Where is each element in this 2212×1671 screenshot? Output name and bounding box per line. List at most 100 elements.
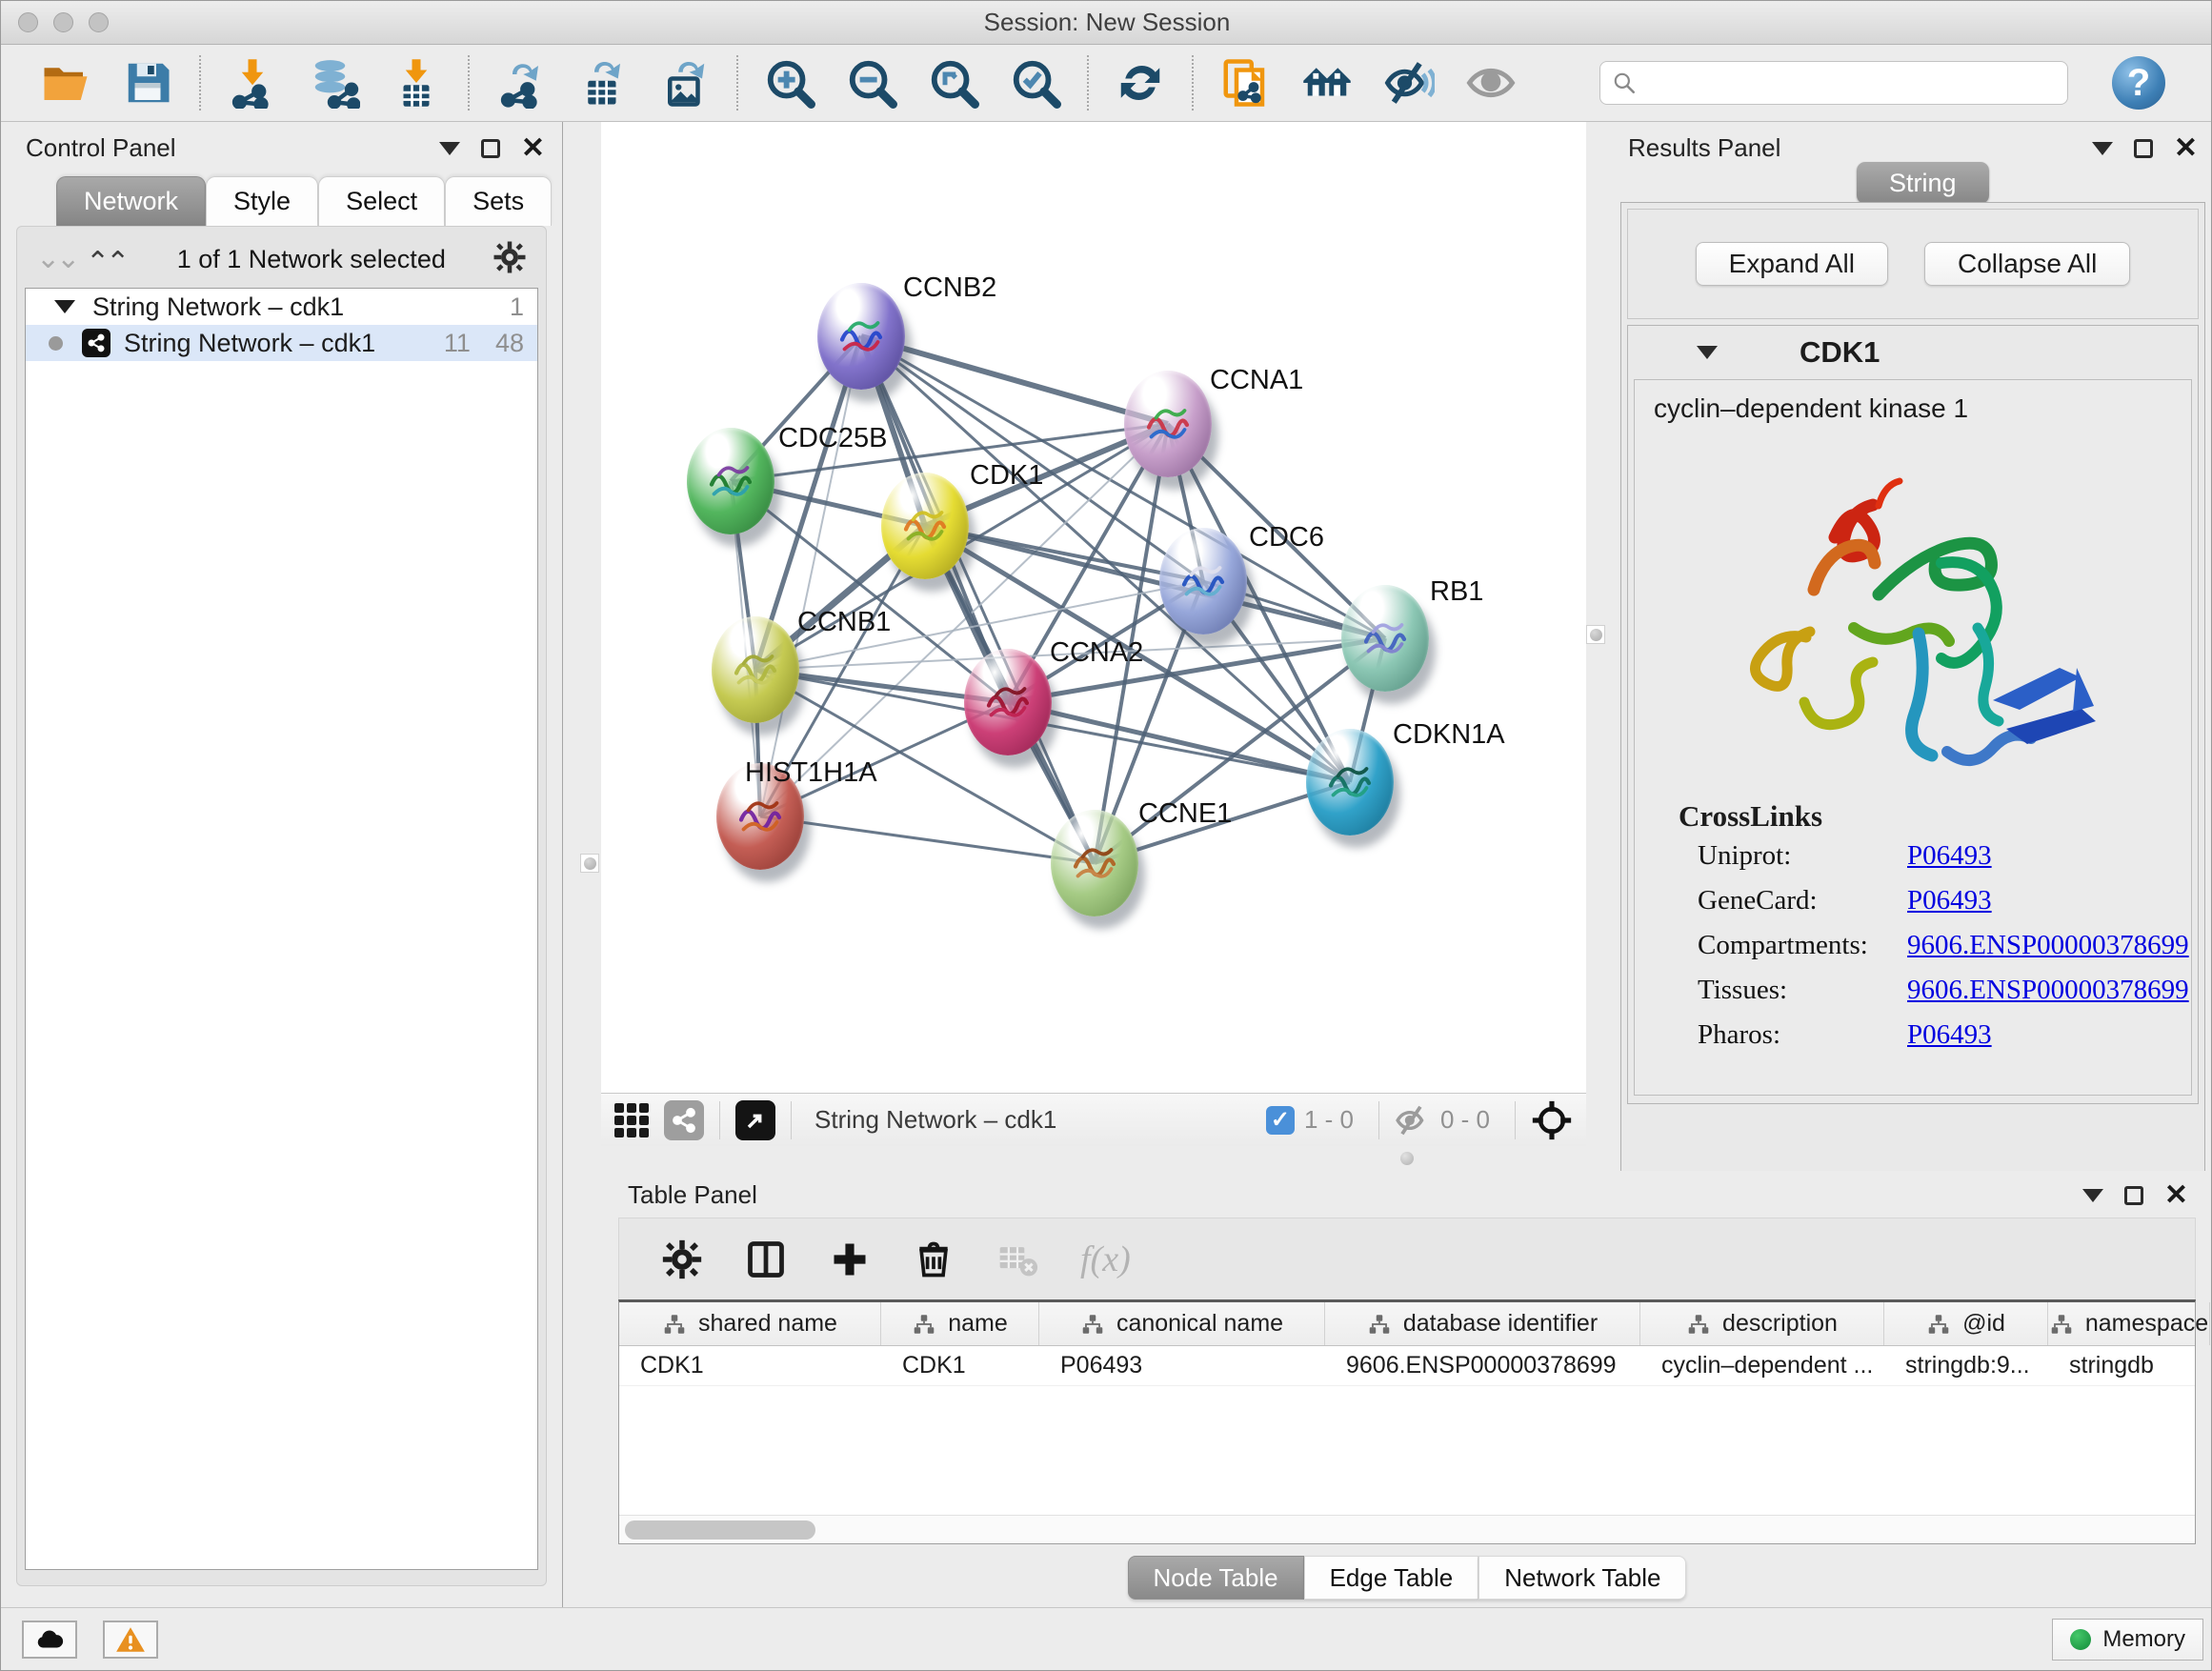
table-cell[interactable]: P06493 <box>1039 1346 1325 1385</box>
network-node-CDK1[interactable] <box>881 473 969 579</box>
left-splitter-handle[interactable] <box>580 854 599 873</box>
network-collection-row[interactable]: String Network – cdk1 1 <box>26 289 537 325</box>
collapse-all-button[interactable]: Collapse All <box>1924 242 2130 286</box>
panel-menu-icon[interactable] <box>2092 142 2113 155</box>
string-home-button[interactable] <box>1300 56 1354 110</box>
tab-sets[interactable]: Sets <box>445 176 552 226</box>
import-network-button[interactable] <box>226 56 279 110</box>
minimize-window-icon[interactable] <box>53 12 73 32</box>
network-node-RB1[interactable] <box>1341 585 1429 692</box>
tab-edge-table[interactable]: Edge Table <box>1304 1556 1479 1600</box>
network-overview-icon[interactable] <box>664 1100 704 1140</box>
network-canvas[interactable]: CCNB2 CCNA1 CDC25B CDK1 CDC6 <box>601 122 1586 1093</box>
delete-column-trash-icon[interactable] <box>913 1238 955 1280</box>
horizontal-splitter-handle[interactable] <box>1400 1152 1414 1165</box>
network-node-CCNE1[interactable] <box>1051 810 1138 916</box>
network-edge-CCNB2-HIST1H1A[interactable] <box>760 336 861 816</box>
table-cell[interactable]: stringdb:9... <box>1884 1346 2048 1385</box>
scrollbar-thumb[interactable] <box>625 1520 815 1540</box>
network-edge-HIST1H1A-CCNE1[interactable] <box>760 816 1095 863</box>
network-node-CDC6[interactable] <box>1159 528 1247 634</box>
zoom-in-button[interactable] <box>763 56 816 110</box>
zoom-window-icon[interactable] <box>89 12 109 32</box>
memory-button[interactable]: Memory <box>2052 1619 2203 1661</box>
collapse-gene-icon[interactable] <box>1697 346 1718 359</box>
column-header-namespace[interactable]: namespace <box>2048 1302 2210 1345</box>
left-splitter[interactable] <box>563 122 601 1607</box>
import-table-button[interactable] <box>390 56 443 110</box>
panel-menu-icon[interactable] <box>2082 1189 2103 1202</box>
column-header-name[interactable]: name <box>881 1302 1039 1345</box>
collapse-tree-icon[interactable] <box>54 300 75 313</box>
export-image-button[interactable] <box>658 56 712 110</box>
right-splitter-handle[interactable] <box>1586 625 1605 644</box>
expand-all-button[interactable]: Expand All <box>1696 242 1888 286</box>
table-cell[interactable]: 9606.ENSP00000378699 <box>1325 1346 1640 1385</box>
collapse-all-icon[interactable]: ⌄⌄ <box>36 247 76 272</box>
selected-items-checkbox-icon[interactable]: ✓ <box>1266 1106 1295 1135</box>
clone-network-button[interactable] <box>1218 56 1272 110</box>
panel-menu-icon[interactable] <box>439 142 460 155</box>
table-cell[interactable]: CDK1 <box>619 1346 881 1385</box>
tab-string[interactable]: String <box>1857 162 1989 204</box>
network-node-CCNB1[interactable] <box>712 616 799 723</box>
save-session-button[interactable] <box>121 56 174 110</box>
import-network-from-database-button[interactable] <box>308 56 361 110</box>
zoom-fit-button[interactable] <box>927 56 980 110</box>
hide-glass-eye-button[interactable] <box>1382 56 1436 110</box>
birds-eye-view-icon[interactable] <box>614 1103 649 1137</box>
tab-node-table[interactable]: Node Table <box>1128 1556 1304 1600</box>
selection-mode-crosshair-icon[interactable] <box>1531 1099 1573 1141</box>
column-header-description[interactable]: description <box>1640 1302 1884 1345</box>
network-node-CCNB2[interactable] <box>817 283 905 390</box>
crosslink-link[interactable]: P06493 <box>1907 885 1992 916</box>
search-input[interactable] <box>1637 70 2046 96</box>
detach-view-icon[interactable] <box>735 1100 775 1140</box>
tab-network[interactable]: Network <box>56 176 206 226</box>
table-options-gear-icon[interactable] <box>661 1238 703 1280</box>
close-window-icon[interactable] <box>18 12 38 32</box>
network-node-CCNA1[interactable] <box>1124 371 1212 477</box>
show-eye-button[interactable] <box>1464 56 1518 110</box>
tab-network-table[interactable]: Network Table <box>1478 1556 1686 1600</box>
search-box[interactable] <box>1599 61 2068 105</box>
refresh-styles-button[interactable] <box>1114 56 1167 110</box>
network-row-selected[interactable]: String Network – cdk1 11 48 <box>26 325 537 361</box>
tab-style[interactable]: Style <box>206 176 318 226</box>
column-header-database-identifier[interactable]: database identifier <box>1325 1302 1640 1345</box>
show-columns-icon[interactable] <box>745 1238 787 1280</box>
expand-all-icon[interactable]: ⌄⌄ <box>90 247 130 272</box>
crosslink-link[interactable]: 9606.ENSP00000378699 <box>1907 930 2189 961</box>
function-builder-fx[interactable]: f(x) <box>1080 1238 1131 1280</box>
panel-close-icon[interactable]: ✕ <box>2164 1186 2188 1205</box>
cloud-button[interactable] <box>22 1621 77 1659</box>
warnings-button[interactable] <box>103 1621 158 1659</box>
column-header-shared-name[interactable]: shared name <box>619 1302 881 1345</box>
export-network-button[interactable] <box>494 56 548 110</box>
zoom-out-button[interactable] <box>845 56 898 110</box>
zoom-selected-button[interactable] <box>1009 56 1062 110</box>
delete-table-icon[interactable] <box>996 1238 1038 1280</box>
column-header-canonical-name[interactable]: canonical name <box>1039 1302 1325 1345</box>
crosslink-link[interactable]: P06493 <box>1907 1019 1992 1051</box>
network-edge-CCNB2-CCNE1[interactable] <box>861 336 1095 863</box>
help-icon[interactable]: ? <box>2112 56 2165 110</box>
crosslink-link[interactable]: P06493 <box>1907 840 1992 872</box>
export-table-button[interactable] <box>576 56 630 110</box>
panel-close-icon[interactable]: ✕ <box>2174 139 2198 158</box>
panel-float-icon[interactable] <box>2134 139 2153 158</box>
table-row[interactable]: CDK1CDK1P064939606.ENSP00000378699cyclin… <box>619 1346 2195 1386</box>
panel-float-icon[interactable] <box>481 139 500 158</box>
column-header-@id[interactable]: @id <box>1884 1302 2048 1345</box>
tab-select[interactable]: Select <box>318 176 445 226</box>
create-column-plus-icon[interactable] <box>829 1238 871 1280</box>
network-node-CCNA2[interactable] <box>964 649 1052 755</box>
open-session-button[interactable] <box>39 56 92 110</box>
table-cell[interactable]: CDK1 <box>881 1346 1039 1385</box>
crosslink-link[interactable]: 9606.ENSP00000378699 <box>1907 975 2189 1006</box>
network-options-gear-icon[interactable] <box>493 240 527 279</box>
panel-close-icon[interactable]: ✕ <box>521 139 545 158</box>
network-node-CDC25B[interactable] <box>687 428 774 534</box>
table-cell[interactable]: stringdb <box>2048 1346 2210 1385</box>
table-horizontal-scrollbar[interactable] <box>619 1515 2195 1543</box>
